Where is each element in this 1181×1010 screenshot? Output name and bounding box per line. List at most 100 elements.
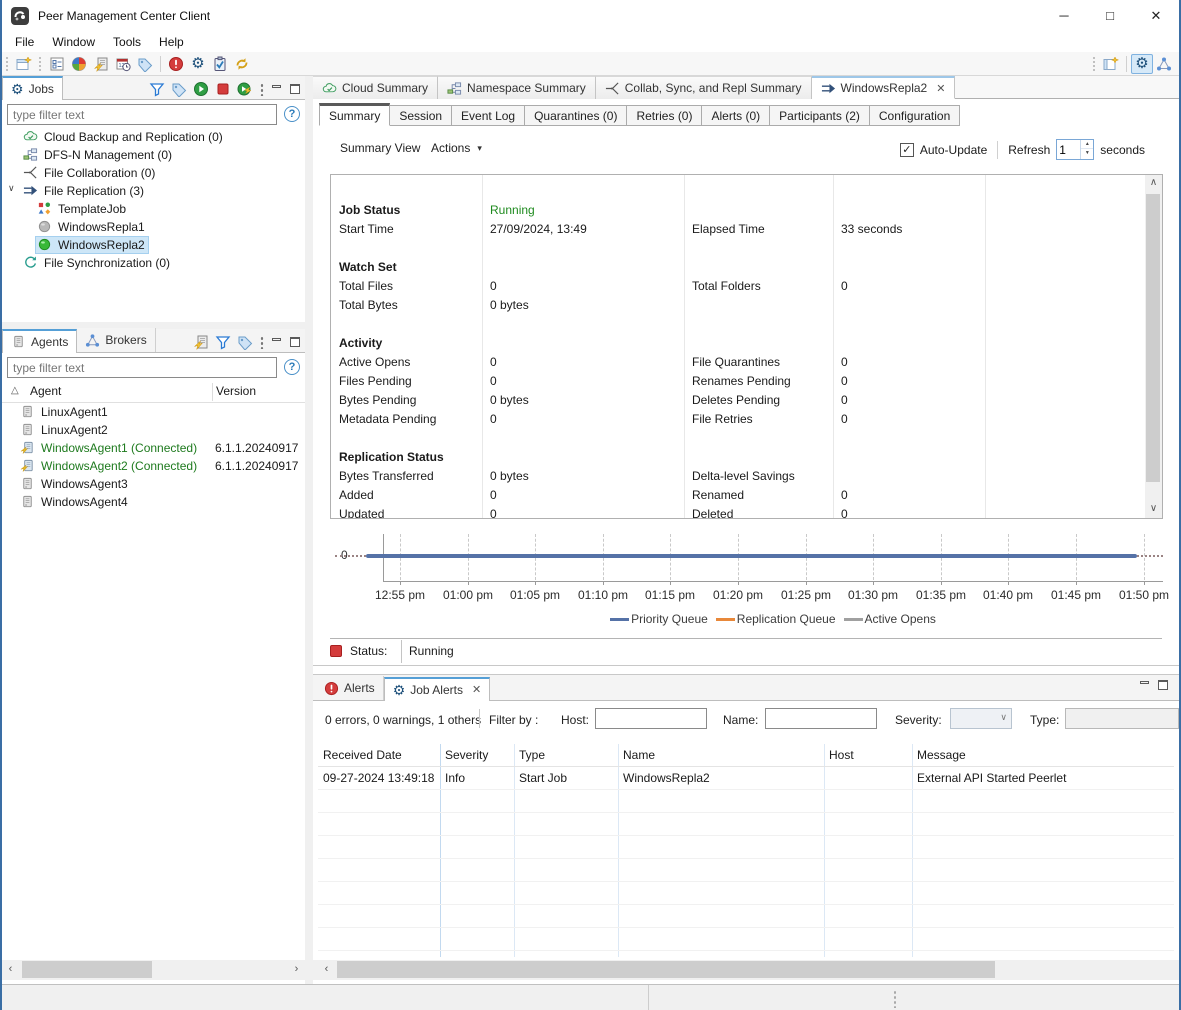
tag-icon[interactable]: [235, 332, 255, 352]
scrollbar-thumb[interactable]: [337, 961, 995, 978]
tab-namespace-summary[interactable]: Namespace Summary: [438, 76, 596, 99]
tree-item-windowsrepla2[interactable]: WindowsRepla2: [2, 236, 305, 254]
view-menu-icon[interactable]: [260, 82, 264, 96]
tab-windowsrepla2[interactable]: WindowsRepla2 ✕: [812, 76, 956, 99]
alerts-icon[interactable]: [165, 54, 187, 74]
column-header[interactable]: Severity: [445, 748, 488, 762]
refresh-interval-spinner[interactable]: ▲ ▼: [1056, 139, 1094, 160]
column-header-version[interactable]: Version: [216, 384, 256, 398]
subtab-configuration[interactable]: Configuration: [870, 105, 960, 126]
schedule-icon[interactable]: 12: [112, 54, 134, 74]
severity-dropdown[interactable]: ∨: [950, 708, 1012, 729]
column-header[interactable]: Type: [519, 748, 545, 762]
minimize-button[interactable]: ─: [1041, 0, 1087, 32]
status-bar-grip[interactable]: [893, 990, 897, 1008]
help-icon[interactable]: ?: [284, 359, 300, 375]
scroll-left-icon[interactable]: ‹: [318, 960, 335, 980]
subtab-event-log[interactable]: Event Log: [452, 105, 525, 126]
tasks-clipboard-icon[interactable]: [209, 54, 231, 74]
column-header[interactable]: Message: [917, 748, 966, 762]
column-header[interactable]: Name: [623, 748, 655, 762]
column-header-agent[interactable]: Agent: [30, 384, 61, 398]
expander-icon[interactable]: ∨: [8, 183, 15, 194]
auto-update-checkbox[interactable]: ✓: [900, 143, 914, 157]
alert-row[interactable]: 09-27-2024 13:49:18 Info Start Job Windo…: [318, 767, 1174, 790]
tab-collab-sync-repl-summary[interactable]: Collab, Sync, and Repl Summary: [596, 76, 812, 99]
agents-filter-input[interactable]: [7, 357, 277, 378]
toolbar-grip[interactable]: [1092, 56, 1097, 72]
column-divider[interactable]: [212, 383, 213, 401]
subtab-alerts[interactable]: Alerts (0): [702, 105, 770, 126]
new-job-icon[interactable]: [13, 54, 35, 74]
agent-row[interactable]: LinuxAgent1: [2, 403, 305, 421]
agent-row[interactable]: WindowsAgent3: [2, 475, 305, 493]
jobs-filter-input[interactable]: [7, 104, 277, 125]
minimize-view-icon[interactable]: [269, 82, 285, 96]
minimize-view-icon[interactable]: [269, 335, 285, 349]
sort-asc-icon[interactable]: △: [11, 385, 19, 396]
agent-row[interactable]: LinuxAgent2: [2, 421, 305, 439]
tag-icon[interactable]: [134, 54, 156, 74]
filter-agents-icon[interactable]: [213, 332, 233, 352]
subtab-session[interactable]: Session: [390, 105, 452, 126]
tab-jobs[interactable]: ⚙ Jobs: [2, 76, 63, 100]
help-icon[interactable]: ?: [284, 106, 300, 122]
tab-cloud-summary[interactable]: Cloud Summary: [313, 76, 438, 99]
menu-tools[interactable]: Tools: [104, 33, 150, 51]
job-list-icon[interactable]: [46, 54, 68, 74]
subtab-summary[interactable]: Summary: [319, 103, 390, 126]
toolbar-grip[interactable]: [38, 56, 43, 72]
menu-file[interactable]: File: [6, 33, 43, 51]
actions-dropdown[interactable]: Actions ▾: [423, 138, 490, 158]
open-perspective-icon[interactable]: [1100, 54, 1122, 74]
agent-activity-icon[interactable]: [90, 54, 112, 74]
scrollbar-thumb[interactable]: [22, 961, 152, 978]
toolbar-grip[interactable]: [5, 56, 10, 72]
scroll-right-icon[interactable]: ›: [288, 960, 305, 980]
agent-row[interactable]: WindowsAgent1 (Connected) 6.1.1.20240917: [2, 439, 305, 457]
tree-item-windowsrepla1[interactable]: WindowsRepla1: [2, 218, 305, 236]
spinner-buttons[interactable]: ▲ ▼: [1080, 140, 1093, 159]
refresh-interval-input[interactable]: [1059, 141, 1081, 158]
scrollbar-thumb[interactable]: [1146, 194, 1160, 482]
tree-item-dfsn[interactable]: DFS-N Management (0): [2, 146, 305, 164]
tree-item-file-synchronization[interactable]: File Synchronization (0): [2, 254, 305, 272]
dashboard-pie-icon[interactable]: [68, 54, 90, 74]
close-tab-icon[interactable]: ✕: [472, 683, 481, 696]
maximize-view-icon[interactable]: [287, 335, 303, 349]
tree-item-templatejob[interactable]: TemplateJob: [2, 200, 305, 218]
menu-help[interactable]: Help: [150, 33, 193, 51]
tree-item-file-collaboration[interactable]: File Collaboration (0): [2, 164, 305, 182]
maximize-view-icon[interactable]: [1155, 678, 1171, 692]
tab-brokers[interactable]: Brokers: [77, 328, 155, 352]
filter-jobs-icon[interactable]: [147, 79, 167, 99]
scroll-down-icon[interactable]: ∨: [1145, 501, 1162, 518]
left-horizontal-scrollbar[interactable]: ‹ ›: [2, 960, 305, 980]
subtab-retries[interactable]: Retries (0): [627, 105, 702, 126]
column-header[interactable]: Received Date: [323, 748, 402, 762]
tab-job-alerts[interactable]: ⚙ Job Alerts ✕: [384, 677, 490, 701]
scroll-left-icon[interactable]: ‹: [2, 960, 19, 980]
stop-job-icon[interactable]: [213, 79, 233, 99]
agent-row[interactable]: WindowsAgent2 (Connected) 6.1.1.20240917: [2, 457, 305, 475]
refresh-sync-icon[interactable]: [231, 54, 253, 74]
minimize-view-icon[interactable]: [1137, 678, 1153, 692]
tree-item-cloud-backup[interactable]: Cloud Backup and Replication (0): [2, 128, 305, 146]
tab-alerts[interactable]: Alerts: [316, 676, 384, 700]
tree-item-file-replication[interactable]: ∨ File Replication (3): [2, 182, 305, 200]
alerts-horizontal-scrollbar[interactable]: ‹: [313, 960, 1179, 980]
subtab-participants[interactable]: Participants (2): [770, 105, 870, 126]
preferences-gear-icon[interactable]: ⚙: [187, 54, 209, 74]
column-header[interactable]: Host: [829, 748, 854, 762]
maximize-button[interactable]: □: [1087, 0, 1133, 32]
view-menu-icon[interactable]: [260, 335, 264, 349]
menu-window[interactable]: Window: [43, 33, 104, 51]
agent-action-icon[interactable]: [191, 332, 211, 352]
spin-up-icon[interactable]: ▲: [1081, 140, 1093, 149]
maximize-view-icon[interactable]: [287, 82, 303, 96]
summary-vertical-scrollbar[interactable]: ∧ ∨: [1145, 175, 1162, 518]
tag-icon[interactable]: [169, 79, 189, 99]
subtab-quarantines[interactable]: Quarantines (0): [525, 105, 627, 126]
host-filter-input[interactable]: [595, 708, 707, 729]
type-filter-input[interactable]: [1065, 708, 1179, 729]
